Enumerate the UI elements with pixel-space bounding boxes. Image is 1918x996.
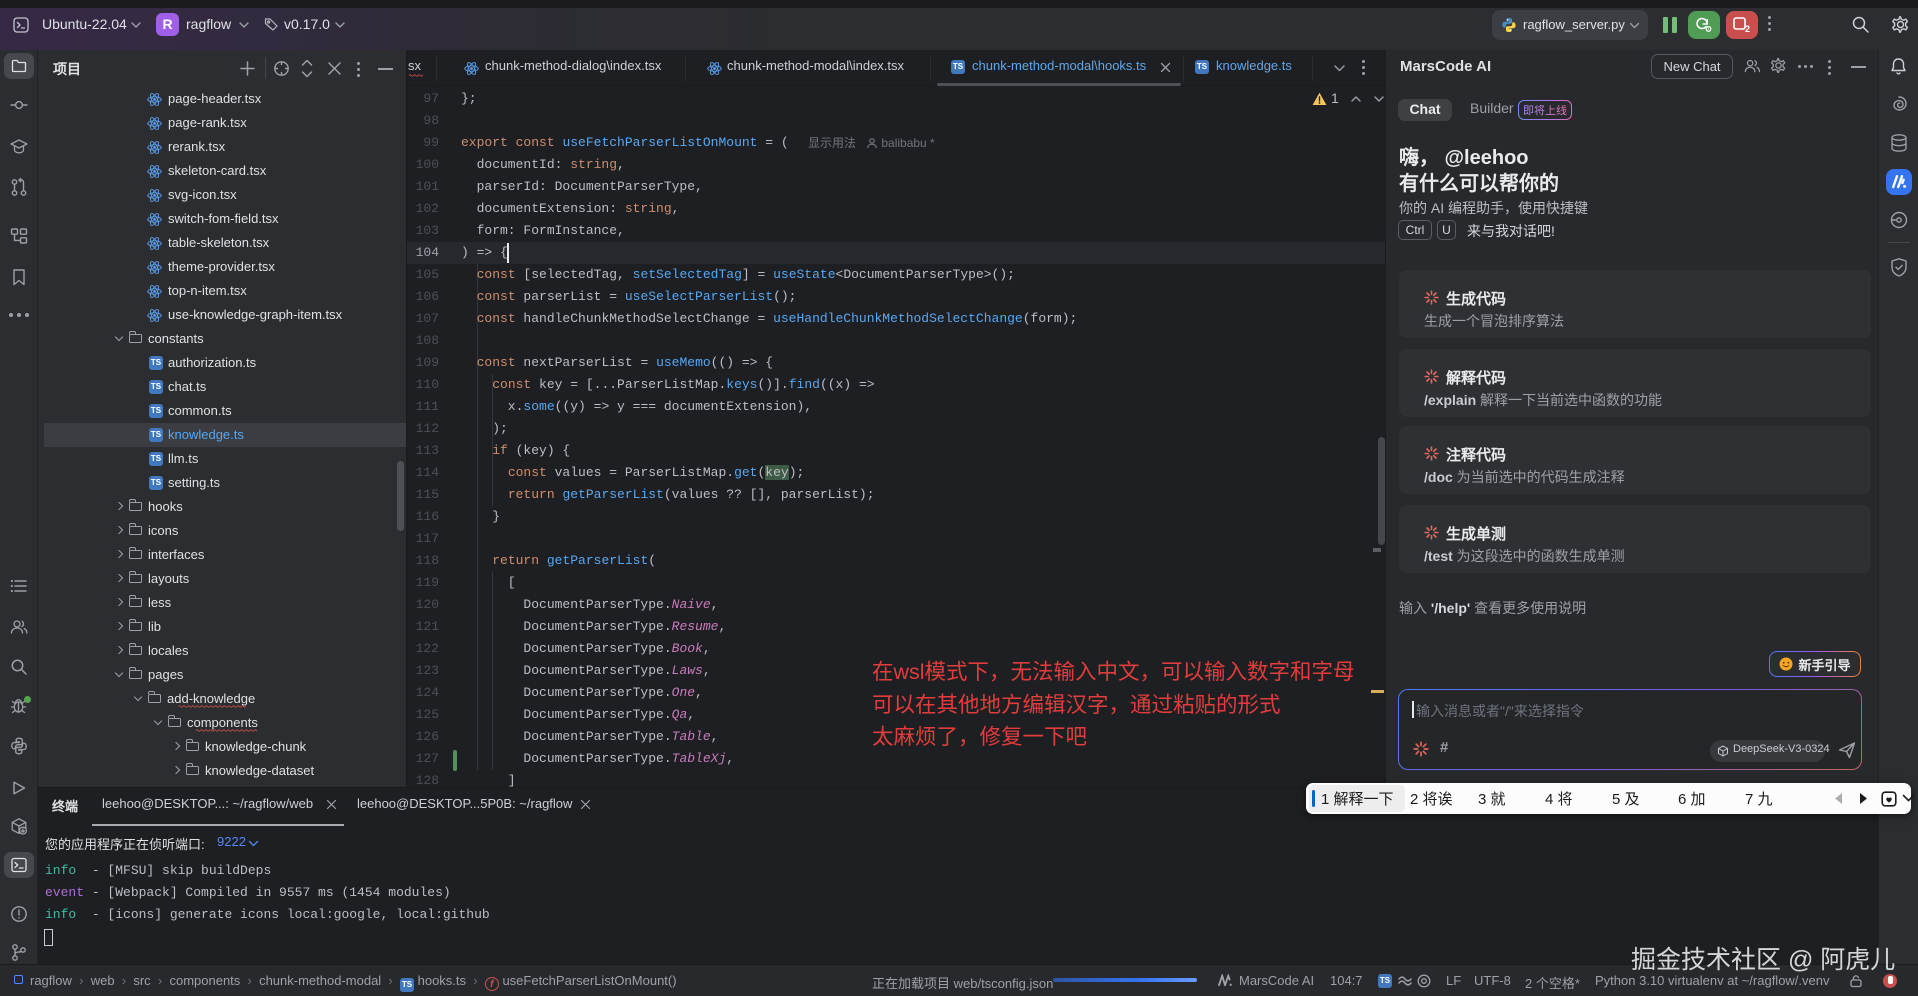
svg-text:2: 2	[1745, 24, 1750, 34]
